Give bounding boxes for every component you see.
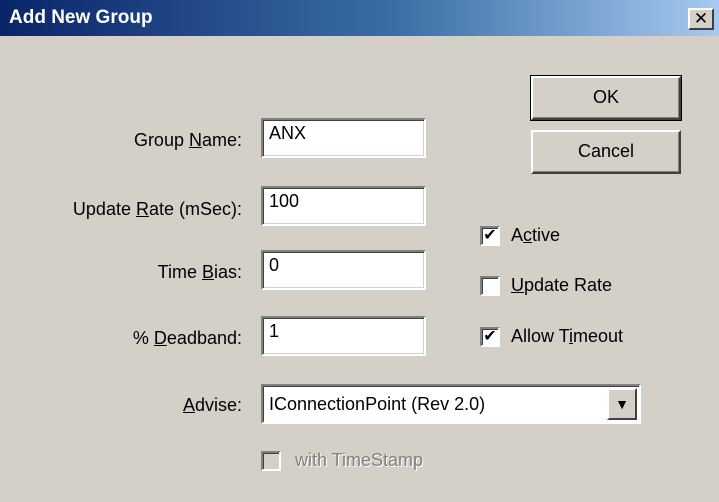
deadband-input[interactable]: 1 xyxy=(261,316,426,356)
ok-button[interactable]: OK xyxy=(530,75,682,121)
active-checkbox-label[interactable]: Active xyxy=(511,225,560,246)
advise-label: Advise: xyxy=(182,395,242,415)
check-icon: ✔ xyxy=(483,328,497,345)
update-rate-checkbox-label[interactable]: Update Rate xyxy=(511,275,612,296)
title-bar[interactable]: Add New Group ✕ xyxy=(0,0,719,36)
update-rate-input[interactable]: 100 xyxy=(261,186,426,226)
add-new-group-dialog: Add New Group ✕ Group Name: ANX Update R… xyxy=(0,0,719,502)
with-timestamp-checkbox xyxy=(261,451,281,471)
dialog-title: Add New Group xyxy=(9,7,153,28)
close-icon: ✕ xyxy=(693,9,709,28)
time-bias-label: Time Bias: xyxy=(157,262,242,282)
group-name-label: Group Name: xyxy=(133,130,242,150)
dropdown-button[interactable]: ▼ xyxy=(607,388,637,420)
update-rate-label: Update Rate (mSec): xyxy=(72,199,242,219)
deadband-label: % Deadband: xyxy=(132,328,242,348)
with-timestamp-label: with TimeStamp xyxy=(295,450,424,470)
chevron-down-icon: ▼ xyxy=(615,396,629,412)
update-rate-checkbox[interactable] xyxy=(480,276,500,296)
active-checkbox[interactable]: ✔ xyxy=(480,226,500,246)
advise-select[interactable]: IConnectionPoint (Rev 2.0) ▼ xyxy=(261,384,641,424)
check-icon: ✔ xyxy=(483,227,497,244)
close-button[interactable]: ✕ xyxy=(688,8,714,30)
time-bias-input[interactable]: 0 xyxy=(261,250,426,290)
allow-timeout-checkbox-label[interactable]: Allow Timeout xyxy=(511,326,623,347)
cancel-button[interactable]: Cancel xyxy=(531,130,681,174)
advise-selected-value: IConnectionPoint (Rev 2.0) xyxy=(269,394,486,414)
allow-timeout-checkbox[interactable]: ✔ xyxy=(480,327,500,347)
group-name-input[interactable]: ANX xyxy=(261,118,426,158)
